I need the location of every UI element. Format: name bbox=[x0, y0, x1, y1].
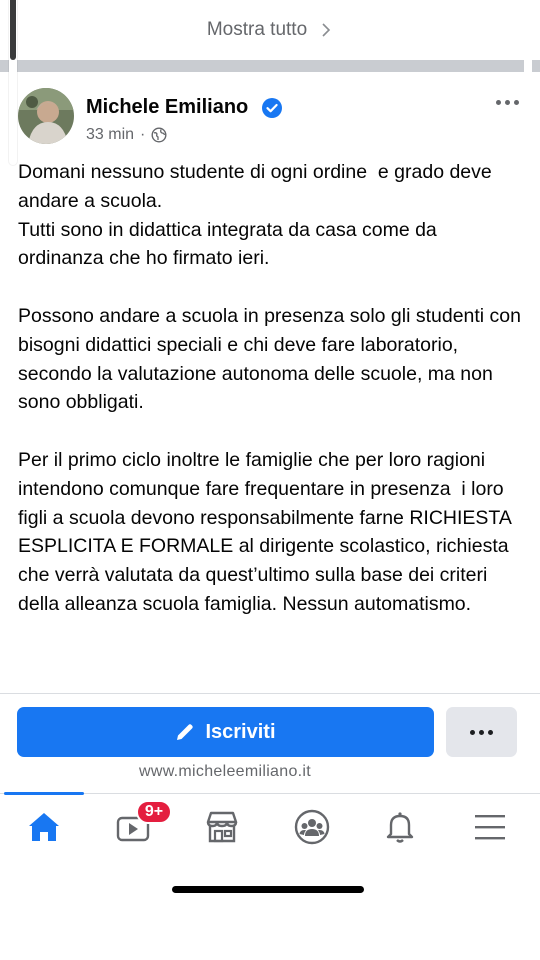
meta-separator: · bbox=[140, 126, 146, 143]
tab-home[interactable] bbox=[14, 802, 74, 852]
scrollbar-thumb[interactable] bbox=[10, 0, 16, 60]
home-indicator[interactable] bbox=[172, 886, 364, 893]
globe-icon bbox=[151, 127, 167, 143]
dot-icon bbox=[479, 729, 484, 735]
subscribe-label: Iscriviti bbox=[205, 720, 276, 743]
dot-icon bbox=[504, 99, 510, 105]
active-tab-indicator bbox=[4, 792, 84, 795]
divider bbox=[0, 693, 540, 694]
tab-menu[interactable] bbox=[460, 802, 520, 852]
pencil-icon bbox=[177, 724, 194, 740]
post-time[interactable]: 33 min bbox=[86, 126, 134, 144]
tab-notifications[interactable] bbox=[370, 802, 430, 852]
website-link[interactable]: www.micheleemiliano.it bbox=[0, 763, 450, 781]
menu-icon bbox=[475, 815, 505, 840]
post-header: Michele Emiliano 33 min · bbox=[18, 86, 522, 150]
marketplace-icon bbox=[206, 811, 238, 843]
home-icon bbox=[29, 813, 59, 841]
bottom-tab-bar: 9+ bbox=[0, 796, 540, 858]
notifications-icon bbox=[386, 812, 414, 843]
post-text: Domani nessuno studente di ogni ordine e… bbox=[18, 161, 521, 615]
section-separator bbox=[0, 60, 540, 72]
tab-video[interactable]: 9+ bbox=[104, 800, 172, 852]
dot-icon bbox=[495, 99, 501, 105]
dot-icon bbox=[488, 729, 493, 735]
tab-groups[interactable] bbox=[282, 802, 342, 852]
post-meta: 33 min · bbox=[86, 126, 167, 144]
show-all-label: Mostra tutto bbox=[206, 19, 308, 40]
verified-badge-icon bbox=[262, 98, 282, 118]
groups-icon bbox=[294, 809, 330, 845]
show-all-link[interactable]: Mostra tutto bbox=[0, 0, 540, 60]
post-options-button[interactable] bbox=[492, 92, 522, 112]
cta-more-button[interactable] bbox=[446, 707, 517, 757]
avatar[interactable] bbox=[18, 88, 74, 144]
tab-marketplace[interactable] bbox=[192, 802, 252, 852]
dot-icon bbox=[513, 99, 519, 105]
chevron-right-icon bbox=[322, 23, 331, 37]
video-badge: 9+ bbox=[136, 800, 172, 824]
subscribe-button[interactable]: Iscriviti bbox=[17, 707, 434, 757]
dot-icon bbox=[470, 729, 475, 735]
scroll-corner bbox=[524, 60, 532, 72]
author-name[interactable]: Michele Emiliano bbox=[86, 96, 248, 119]
